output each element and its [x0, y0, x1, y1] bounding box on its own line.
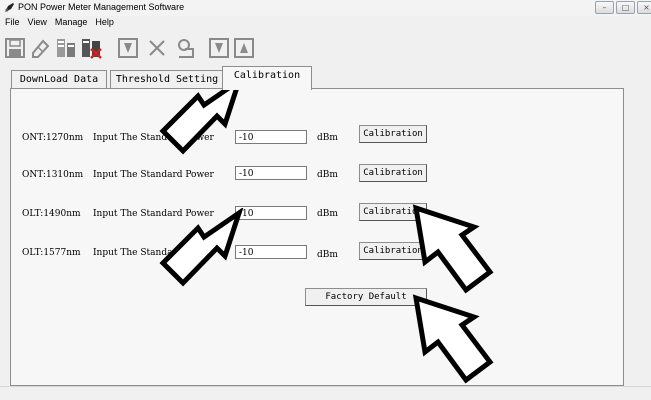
- channel-label: ONT:1310nm: [22, 170, 84, 180]
- menu-bar: File View Manage Help: [0, 16, 118, 28]
- menu-file[interactable]: File: [0, 16, 24, 28]
- unit-label: dBm: [317, 133, 338, 143]
- unit-label: dBm: [317, 209, 338, 219]
- pointer-arrow-icon: [412, 204, 494, 294]
- device-remove-icon[interactable]: [80, 37, 102, 59]
- channel-label: ONT:1270nm: [22, 133, 84, 143]
- prompt-label: Input The Standard Power: [93, 170, 214, 180]
- app-window: PON Power Meter Management Software – □ …: [0, 0, 651, 400]
- standard-power-input[interactable]: -10: [235, 245, 307, 259]
- upload-icon[interactable]: [233, 37, 255, 59]
- menu-view[interactable]: View: [24, 16, 51, 28]
- tab-calibration[interactable]: Calibration: [222, 66, 312, 90]
- channel-label: OLT:1490nm: [22, 209, 81, 219]
- settings-icon[interactable]: [175, 37, 197, 59]
- menu-help[interactable]: Help: [91, 16, 118, 28]
- calibration-button[interactable]: Calibration: [359, 125, 427, 143]
- maximize-button[interactable]: □: [616, 1, 635, 14]
- close-button[interactable]: ×: [637, 1, 651, 14]
- standard-power-input[interactable]: -10: [235, 206, 307, 220]
- title-bar: PON Power Meter Management Software – □ …: [0, 0, 651, 16]
- tab-download-data[interactable]: DownLoad Data: [11, 70, 107, 89]
- tab-control: DownLoad Data Threshold Setting Calibrat…: [0, 62, 651, 399]
- download-icon[interactable]: [117, 37, 139, 59]
- delete-icon[interactable]: [146, 37, 168, 59]
- window-title: PON Power Meter Management Software: [18, 2, 185, 12]
- standard-power-input[interactable]: -10: [235, 166, 307, 180]
- factory-default-button[interactable]: Factory Default: [305, 288, 427, 306]
- save-icon[interactable]: [4, 37, 26, 59]
- toolbar: [0, 28, 651, 62]
- channel-label: OLT:1577nm: [22, 248, 81, 258]
- device-icon[interactable]: [55, 37, 77, 59]
- minimize-button[interactable]: –: [595, 1, 614, 14]
- download-to-device-icon[interactable]: [208, 37, 230, 59]
- standard-power-input[interactable]: -10: [235, 130, 307, 144]
- menu-manage[interactable]: Manage: [51, 16, 92, 28]
- app-icon: [5, 3, 14, 12]
- status-bar: [0, 386, 651, 400]
- pointer-arrow-icon: [412, 294, 494, 384]
- unit-label: dBm: [317, 170, 338, 180]
- calibration-button[interactable]: Calibration: [359, 164, 427, 182]
- erase-icon[interactable]: [29, 37, 51, 59]
- unit-label: dBm: [317, 250, 338, 260]
- pointer-arrow-icon: [159, 208, 244, 287]
- calibration-panel: ONT:1270nm Input The Standard Power -10 …: [10, 88, 624, 386]
